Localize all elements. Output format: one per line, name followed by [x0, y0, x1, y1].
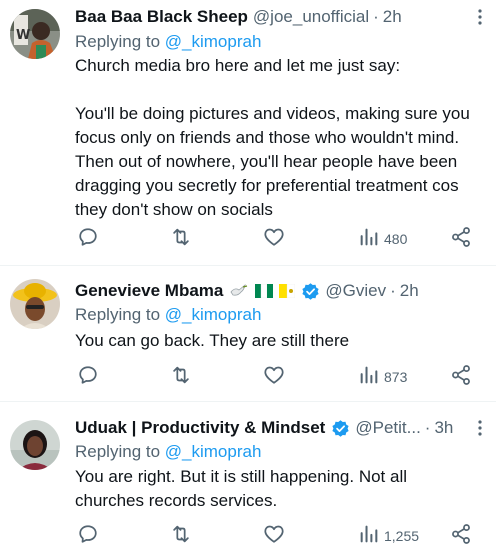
bar-chart-icon [358, 226, 380, 253]
like-button[interactable] [263, 364, 285, 390]
replying-to-link[interactable]: @_kimoprah [165, 32, 262, 51]
share-icon [450, 364, 472, 391]
heart-icon [263, 364, 285, 391]
tweet-text: You are right. But it is still happening… [75, 467, 412, 510]
heart-icon [263, 226, 285, 253]
share-button[interactable] [450, 226, 472, 252]
tweet-header: Baa Baa Black Sheep @joe_unofficial · 2h [75, 6, 466, 28]
timestamp[interactable]: 2h [400, 280, 419, 302]
retweet-icon [170, 523, 192, 550]
action-bar: 873 [75, 364, 476, 390]
retweet-button[interactable] [170, 364, 192, 390]
views-button[interactable]: 873 [358, 364, 407, 390]
reply-button[interactable] [77, 226, 99, 252]
reply-button[interactable] [77, 523, 99, 549]
display-name[interactable]: Uduak | Productivity & Mindset [75, 417, 325, 439]
separator-dot: · [390, 281, 396, 300]
share-icon [450, 523, 472, 550]
verified-badge-icon[interactable] [331, 419, 350, 438]
timestamp[interactable]: 3h [434, 417, 453, 439]
tweet-text: You can go back. They are still there [75, 331, 350, 350]
separator-dot: · [373, 7, 379, 26]
replying-to-label: Replying to [75, 32, 165, 51]
replying-to-link[interactable]: @_kimoprah [165, 442, 262, 461]
views-count: 1,255 [384, 528, 420, 544]
user-handle[interactable]: @Gviev [325, 280, 386, 302]
tweet-text: Church media bro here and let me just sa… [75, 56, 470, 219]
heart-icon [263, 523, 285, 550]
comment-icon [77, 364, 99, 391]
replying-to: Replying to @_kimoprah [75, 31, 261, 53]
replying-to: Replying to @_kimoprah [75, 304, 261, 326]
action-bar: 1,255 [75, 523, 476, 549]
timestamp[interactable]: 2h [383, 6, 402, 28]
replying-to-link[interactable]: @_kimoprah [165, 305, 262, 324]
svg-text:W: W [16, 28, 30, 43]
tweet-3[interactable]: Uduak | Productivity & Mindset @Petit...… [0, 403, 496, 558]
nigeria-flag-emoji [255, 284, 274, 298]
replying-to: Replying to @_kimoprah [75, 441, 261, 463]
tweet-header: Genevieve Mbama @Gviev · 2h [75, 280, 466, 302]
retweet-icon [170, 226, 192, 253]
tweet-header: Uduak | Productivity & Mindset @Petit...… [75, 417, 466, 439]
avatar[interactable] [10, 420, 60, 470]
avatar[interactable] [10, 279, 60, 329]
tweet-2[interactable]: Genevieve Mbama @Gviev · 2h Replying to … [0, 267, 496, 402]
bar-chart-icon [358, 523, 380, 550]
verified-badge-icon[interactable] [301, 282, 320, 301]
share-icon [450, 226, 472, 253]
views-button[interactable]: 1,255 [358, 523, 419, 549]
bar-chart-icon [358, 364, 380, 391]
share-button[interactable] [450, 364, 472, 390]
user-handle[interactable]: @Petit... [355, 417, 420, 439]
avatar[interactable]: W [10, 9, 60, 59]
action-bar: 480 [75, 226, 476, 252]
views-count: 873 [384, 369, 408, 385]
more-dots-icon[interactable] [472, 6, 488, 28]
like-button[interactable] [263, 523, 285, 549]
replying-to-label: Replying to [75, 305, 165, 324]
tweet-1[interactable]: W Baa Baa Black Sheep @joe_unofficial · … [0, 0, 496, 266]
reply-feed: W Baa Baa Black Sheep @joe_unofficial · … [0, 0, 496, 558]
vatican-flag-emoji [279, 284, 296, 298]
reply-button[interactable] [77, 364, 99, 390]
display-name[interactable]: Genevieve Mbama [75, 280, 223, 302]
share-button[interactable] [450, 523, 472, 549]
comment-icon [77, 523, 99, 550]
comment-icon [77, 226, 99, 253]
retweet-button[interactable] [170, 523, 192, 549]
separator-dot: · [424, 418, 431, 437]
like-button[interactable] [263, 226, 285, 252]
replying-to-label: Replying to [75, 442, 165, 461]
views-count: 480 [384, 231, 408, 247]
display-name[interactable]: Baa Baa Black Sheep [75, 6, 248, 28]
dove-emoji [229, 283, 249, 299]
views-button[interactable]: 480 [358, 226, 407, 252]
more-dots-icon[interactable] [472, 417, 488, 439]
retweet-icon [170, 364, 192, 391]
retweet-button[interactable] [170, 226, 192, 252]
user-handle[interactable]: @joe_unofficial [253, 6, 369, 28]
